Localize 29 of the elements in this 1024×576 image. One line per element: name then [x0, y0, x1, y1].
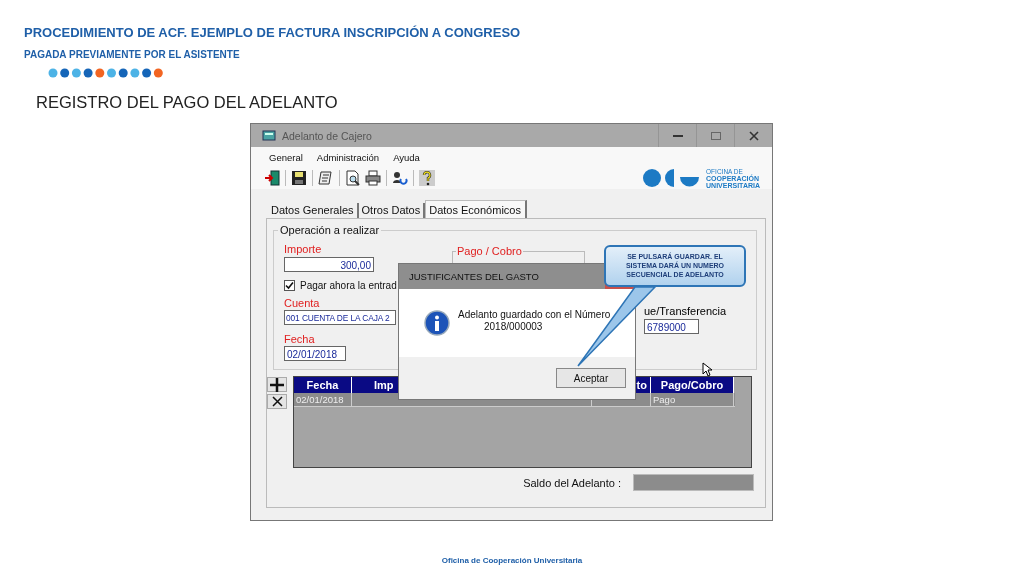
field-label: Importe	[284, 243, 322, 255]
table-cell: 02/01/2018	[294, 393, 352, 406]
menu-item[interactable]: General	[269, 151, 303, 163]
accept-button[interactable]: Aceptar	[556, 368, 626, 388]
slide-title: PROCEDIMIENTO DE ACF. EJEMPLO DE FACTURA INSCRIPCIÓN A CONGRESO	[24, 25, 521, 41]
dialog-title: JUSTIFICANTES DEL GASTO	[409, 271, 539, 282]
field-label: ue/Transferencia	[644, 305, 727, 317]
section-heading: REGISTRO DEL PAGO DEL ADELANTO	[36, 92, 338, 112]
field-label: Fecha	[284, 333, 315, 345]
slide-footer: Oficina de Cooperación Universitaria	[0, 556, 1024, 565]
window-title: Adelanto de Cajero	[282, 129, 372, 142]
table-cell: Pago	[651, 393, 734, 406]
menu-item[interactable]: Administración	[316, 151, 380, 163]
transfer-field[interactable]: 6789000	[644, 319, 699, 334]
field-label: Cuenta	[284, 297, 320, 309]
group-title: Pago / Cobro	[456, 245, 523, 257]
amount-field[interactable]: 300,00	[284, 257, 374, 272]
account-field[interactable]: 001 CUENTA DE LA CAJA 2	[284, 310, 396, 325]
menu-item[interactable]: Ayuda	[393, 151, 420, 163]
group-title: Operación a realizar	[278, 224, 382, 236]
column-header: Pago/Cobro	[651, 377, 734, 393]
advance-number: 2018/000003	[483, 321, 544, 333]
slide-subtitle: PAGADA PREVIAMENTE POR EL ASISTENTE	[24, 48, 240, 62]
tab[interactable]: Datos Económicos	[425, 200, 527, 218]
dialog-message: Adelanto guardado con el Número	[458, 309, 611, 321]
balance-label: Saldo del Adelanto :	[523, 476, 621, 489]
checkbox-label: Pagar ahora la entrad	[300, 280, 397, 291]
column-header: Fecha	[294, 377, 352, 393]
date-field[interactable]: 02/01/2018	[284, 346, 346, 361]
